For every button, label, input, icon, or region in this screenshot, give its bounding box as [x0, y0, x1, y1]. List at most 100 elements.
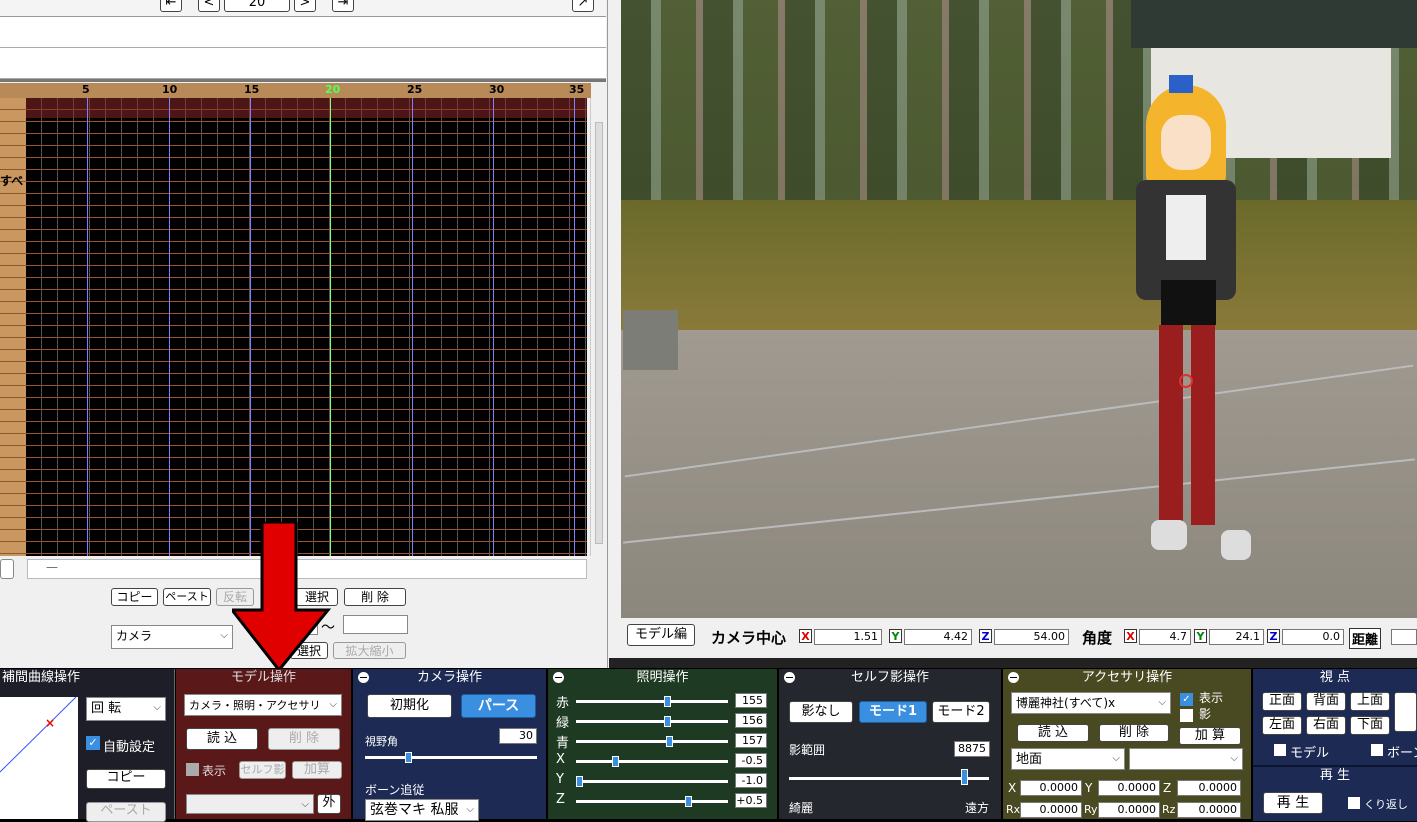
range-end-field[interactable]	[343, 615, 408, 634]
view-front-button[interactable]: 正面	[1262, 692, 1302, 711]
light-row-value[interactable]: 156	[735, 713, 767, 728]
light-row-value[interactable]: -1.0	[735, 773, 767, 788]
angle-x-field[interactable]: 4.7	[1139, 629, 1191, 645]
cam-x-axis: X	[799, 629, 812, 643]
target-dropdown[interactable]: カメラ ⌵	[111, 625, 233, 649]
delete-button[interactable]: 削 除	[344, 588, 406, 606]
shadow-range-slider-track[interactable]	[789, 777, 989, 780]
view-model-checkbox[interactable]	[1274, 744, 1286, 756]
fov-slider-track[interactable]	[365, 756, 537, 759]
acc-z-field[interactable]: 0.0000	[1177, 780, 1241, 796]
light-row-slider-thumb[interactable]	[666, 736, 673, 747]
light-row-slider-thumb[interactable]	[576, 776, 583, 787]
scale-button[interactable]: 拡大縮小	[333, 642, 406, 659]
light-row-slider-thumb[interactable]	[664, 696, 671, 707]
bone-follow-model-select[interactable]: 弦巻マキ 私服 ⌵	[365, 799, 479, 821]
accessory-show-checkbox[interactable]: ✓	[1180, 693, 1193, 706]
accessory-bone-select[interactable]: ⌵	[1129, 748, 1243, 770]
light-row-value[interactable]: 155	[735, 693, 767, 708]
distance-field[interactable]	[1391, 629, 1417, 645]
model-sub-select[interactable]: ⌵	[186, 794, 314, 814]
paste-button[interactable]: ペースト	[163, 588, 211, 606]
accessory-shadow-checkbox[interactable]	[1180, 709, 1193, 722]
play-button[interactable]: 再 生	[1263, 792, 1323, 814]
shadow-mode1-button[interactable]: モード1	[859, 701, 927, 723]
model-add-button[interactable]: 加算	[292, 761, 342, 779]
view-top-button[interactable]: 上面	[1350, 692, 1390, 711]
light-row-slider-thumb[interactable]	[685, 796, 692, 807]
light-row-slider-track[interactable]	[576, 800, 728, 803]
light-row-slider-track[interactable]	[576, 780, 728, 783]
shadow-none-button[interactable]: 影なし	[789, 701, 853, 723]
scroll-thumb[interactable]	[595, 122, 603, 544]
first-frame-button[interactable]: ⇤	[160, 0, 182, 12]
camera-center-marker[interactable]	[1179, 374, 1193, 388]
left-stub[interactable]	[0, 559, 14, 579]
repeat-checkbox[interactable]	[1348, 797, 1360, 809]
interp-axis-select[interactable]: 回 転 ⌵	[86, 697, 166, 721]
light-row-value[interactable]: 157	[735, 733, 767, 748]
accessory-select[interactable]: 博麗神社(すべて)x ⌵	[1011, 692, 1171, 714]
light-row-value[interactable]: -0.5	[735, 753, 767, 768]
scroll-dash: —	[46, 560, 58, 574]
vertical-scrollbar[interactable]	[590, 98, 607, 556]
angle-z-field[interactable]: 0.0	[1282, 629, 1344, 645]
view-extra-button[interactable]	[1394, 692, 1417, 732]
light-row-slider-track[interactable]	[576, 720, 728, 723]
view-left-button[interactable]: 左面	[1262, 716, 1302, 735]
viewport-3d[interactable]	[621, 0, 1417, 618]
model-load-button[interactable]: 読 込	[186, 728, 258, 750]
acc-y-field[interactable]: 0.0000	[1098, 780, 1160, 796]
light-row-slider-thumb[interactable]	[612, 756, 619, 767]
light-row-slider-track[interactable]	[576, 760, 728, 763]
self-shadow-button[interactable]: セルフ影	[239, 761, 286, 779]
keyframe-grid[interactable]	[26, 98, 587, 556]
interp-copy-button[interactable]: コピー	[86, 769, 166, 789]
accessory-load-button[interactable]: 読 込	[1017, 724, 1089, 742]
view-bone-checkbox[interactable]	[1371, 744, 1383, 756]
auto-setting-checkbox[interactable]: ✓	[86, 736, 100, 750]
accessory-add-button[interactable]: 加 算	[1179, 727, 1241, 745]
accessory-delete-button[interactable]: 削 除	[1099, 724, 1169, 742]
light-row-value[interactable]: +0.5	[735, 793, 767, 808]
light-row-slider-track[interactable]	[576, 740, 728, 743]
chevron-down-icon: ⌵	[1158, 697, 1166, 708]
model-show-checkbox[interactable]	[186, 763, 199, 776]
last-frame-button[interactable]: ⇥	[332, 0, 354, 12]
acc-x-field[interactable]: 0.0000	[1020, 780, 1082, 796]
copy-button[interactable]: コピー	[111, 588, 158, 606]
fov-slider-thumb[interactable]	[405, 752, 412, 763]
shadow-range-slider-thumb[interactable]	[961, 769, 968, 785]
perspective-button[interactable]: パース	[461, 694, 536, 718]
acc-ry-field[interactable]: 0.0000	[1098, 802, 1160, 818]
cam-z-axis: Z	[979, 629, 992, 643]
cam-x-field[interactable]: 1.51	[814, 629, 882, 645]
next-frame-button[interactable]: >	[294, 0, 316, 12]
accessory-parent-select[interactable]: 地面 ⌵	[1011, 748, 1125, 770]
light-row-slider-track[interactable]	[576, 700, 728, 703]
model-select[interactable]: カメラ・照明・アクセサリ ⌵	[184, 694, 342, 716]
shadow-mode2-button[interactable]: モード2	[932, 701, 990, 723]
view-back-button[interactable]: 背面	[1306, 692, 1346, 711]
frame-number-field[interactable]: 20	[224, 0, 290, 12]
shadow-range-field[interactable]: 8875	[954, 741, 990, 757]
interp-paste-button[interactable]: ペースト	[86, 802, 166, 822]
maximize-button[interactable]: ↗	[572, 0, 594, 12]
curve-editor[interactable]: ×	[0, 697, 78, 819]
model-delete-button[interactable]: 削 除	[268, 728, 340, 750]
model-edit-button[interactable]: モデル編	[627, 624, 695, 646]
camera-init-button[interactable]: 初期化	[367, 694, 452, 718]
prev-frame-button[interactable]: <	[198, 0, 220, 12]
cam-y-field[interactable]: 4.42	[904, 629, 972, 645]
chevron-down-icon: ⌵	[466, 804, 474, 815]
outer-button[interactable]: 外	[317, 794, 341, 814]
ruler-left-corner	[0, 83, 26, 98]
light-row-slider-thumb[interactable]	[664, 716, 671, 727]
fov-field[interactable]: 30	[499, 728, 537, 744]
acc-rz-field[interactable]: 0.0000	[1177, 802, 1241, 818]
angle-y-field[interactable]: 24.1	[1209, 629, 1264, 645]
view-right-button[interactable]: 右面	[1306, 716, 1346, 735]
cam-z-field[interactable]: 54.00	[994, 629, 1069, 645]
view-bottom-button[interactable]: 下面	[1350, 716, 1390, 735]
acc-rx-field[interactable]: 0.0000	[1020, 802, 1082, 818]
